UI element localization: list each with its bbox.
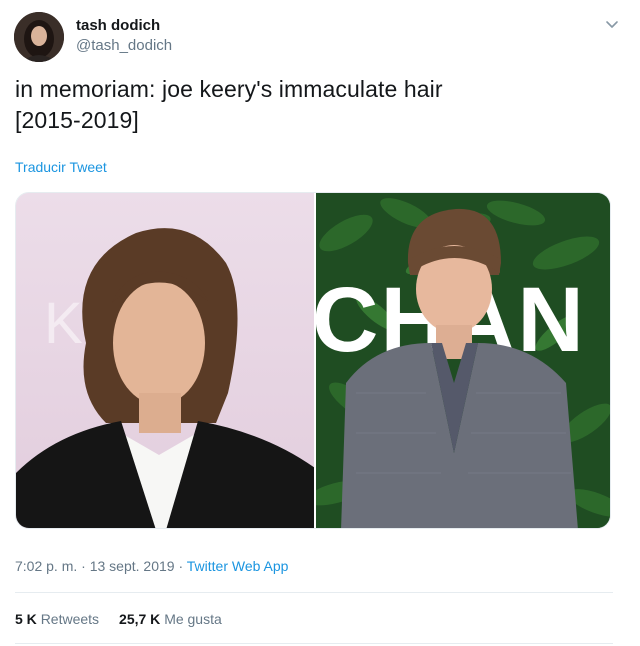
chevron-down-icon[interactable] <box>604 16 620 32</box>
separator: · <box>178 558 184 574</box>
tweet-media: K R M <box>15 192 611 529</box>
separator: · <box>81 558 86 574</box>
avatar[interactable] <box>14 12 64 62</box>
tweet-text: in memoriam: joe keery's immaculate hair… <box>15 74 615 136</box>
retweets-count: 5 K <box>15 611 37 627</box>
tweet-photo-right[interactable]: CHAN <box>316 193 610 528</box>
retweets-stat[interactable]: 5 K Retweets <box>15 611 99 627</box>
tweet-source-link[interactable]: Twitter Web App <box>187 558 289 574</box>
tweet-text-line: in memoriam: joe keery's immaculate hair <box>15 76 443 102</box>
tweet-text-line: [2015-2019] <box>15 107 139 133</box>
tweet-card: tash dodich @tash_dodich in memoriam: jo… <box>0 0 640 646</box>
tweet-photo-left[interactable]: K R M <box>16 193 314 528</box>
tweet-time[interactable]: 7:02 p. m. <box>15 558 77 574</box>
retweets-label: Retweets <box>40 611 100 627</box>
likes-stat[interactable]: 25,7 K Me gusta <box>119 611 222 627</box>
likes-count: 25,7 K <box>119 611 161 627</box>
translate-tweet-link[interactable]: Traducir Tweet <box>15 159 107 175</box>
likes-label: Me gusta <box>164 611 222 627</box>
divider <box>15 643 613 644</box>
tweet-date[interactable]: 13 sept. 2019 <box>90 558 175 574</box>
tweet-stats: 5 K Retweets 25,7 K Me gusta <box>15 611 222 627</box>
tweet-timestamp: 7:02 p. m. · 13 sept. 2019 · Twitter Web… <box>15 558 288 574</box>
user-handle[interactable]: @tash_dodich <box>76 37 172 54</box>
display-name[interactable]: tash dodich <box>76 17 160 34</box>
divider <box>15 592 613 593</box>
